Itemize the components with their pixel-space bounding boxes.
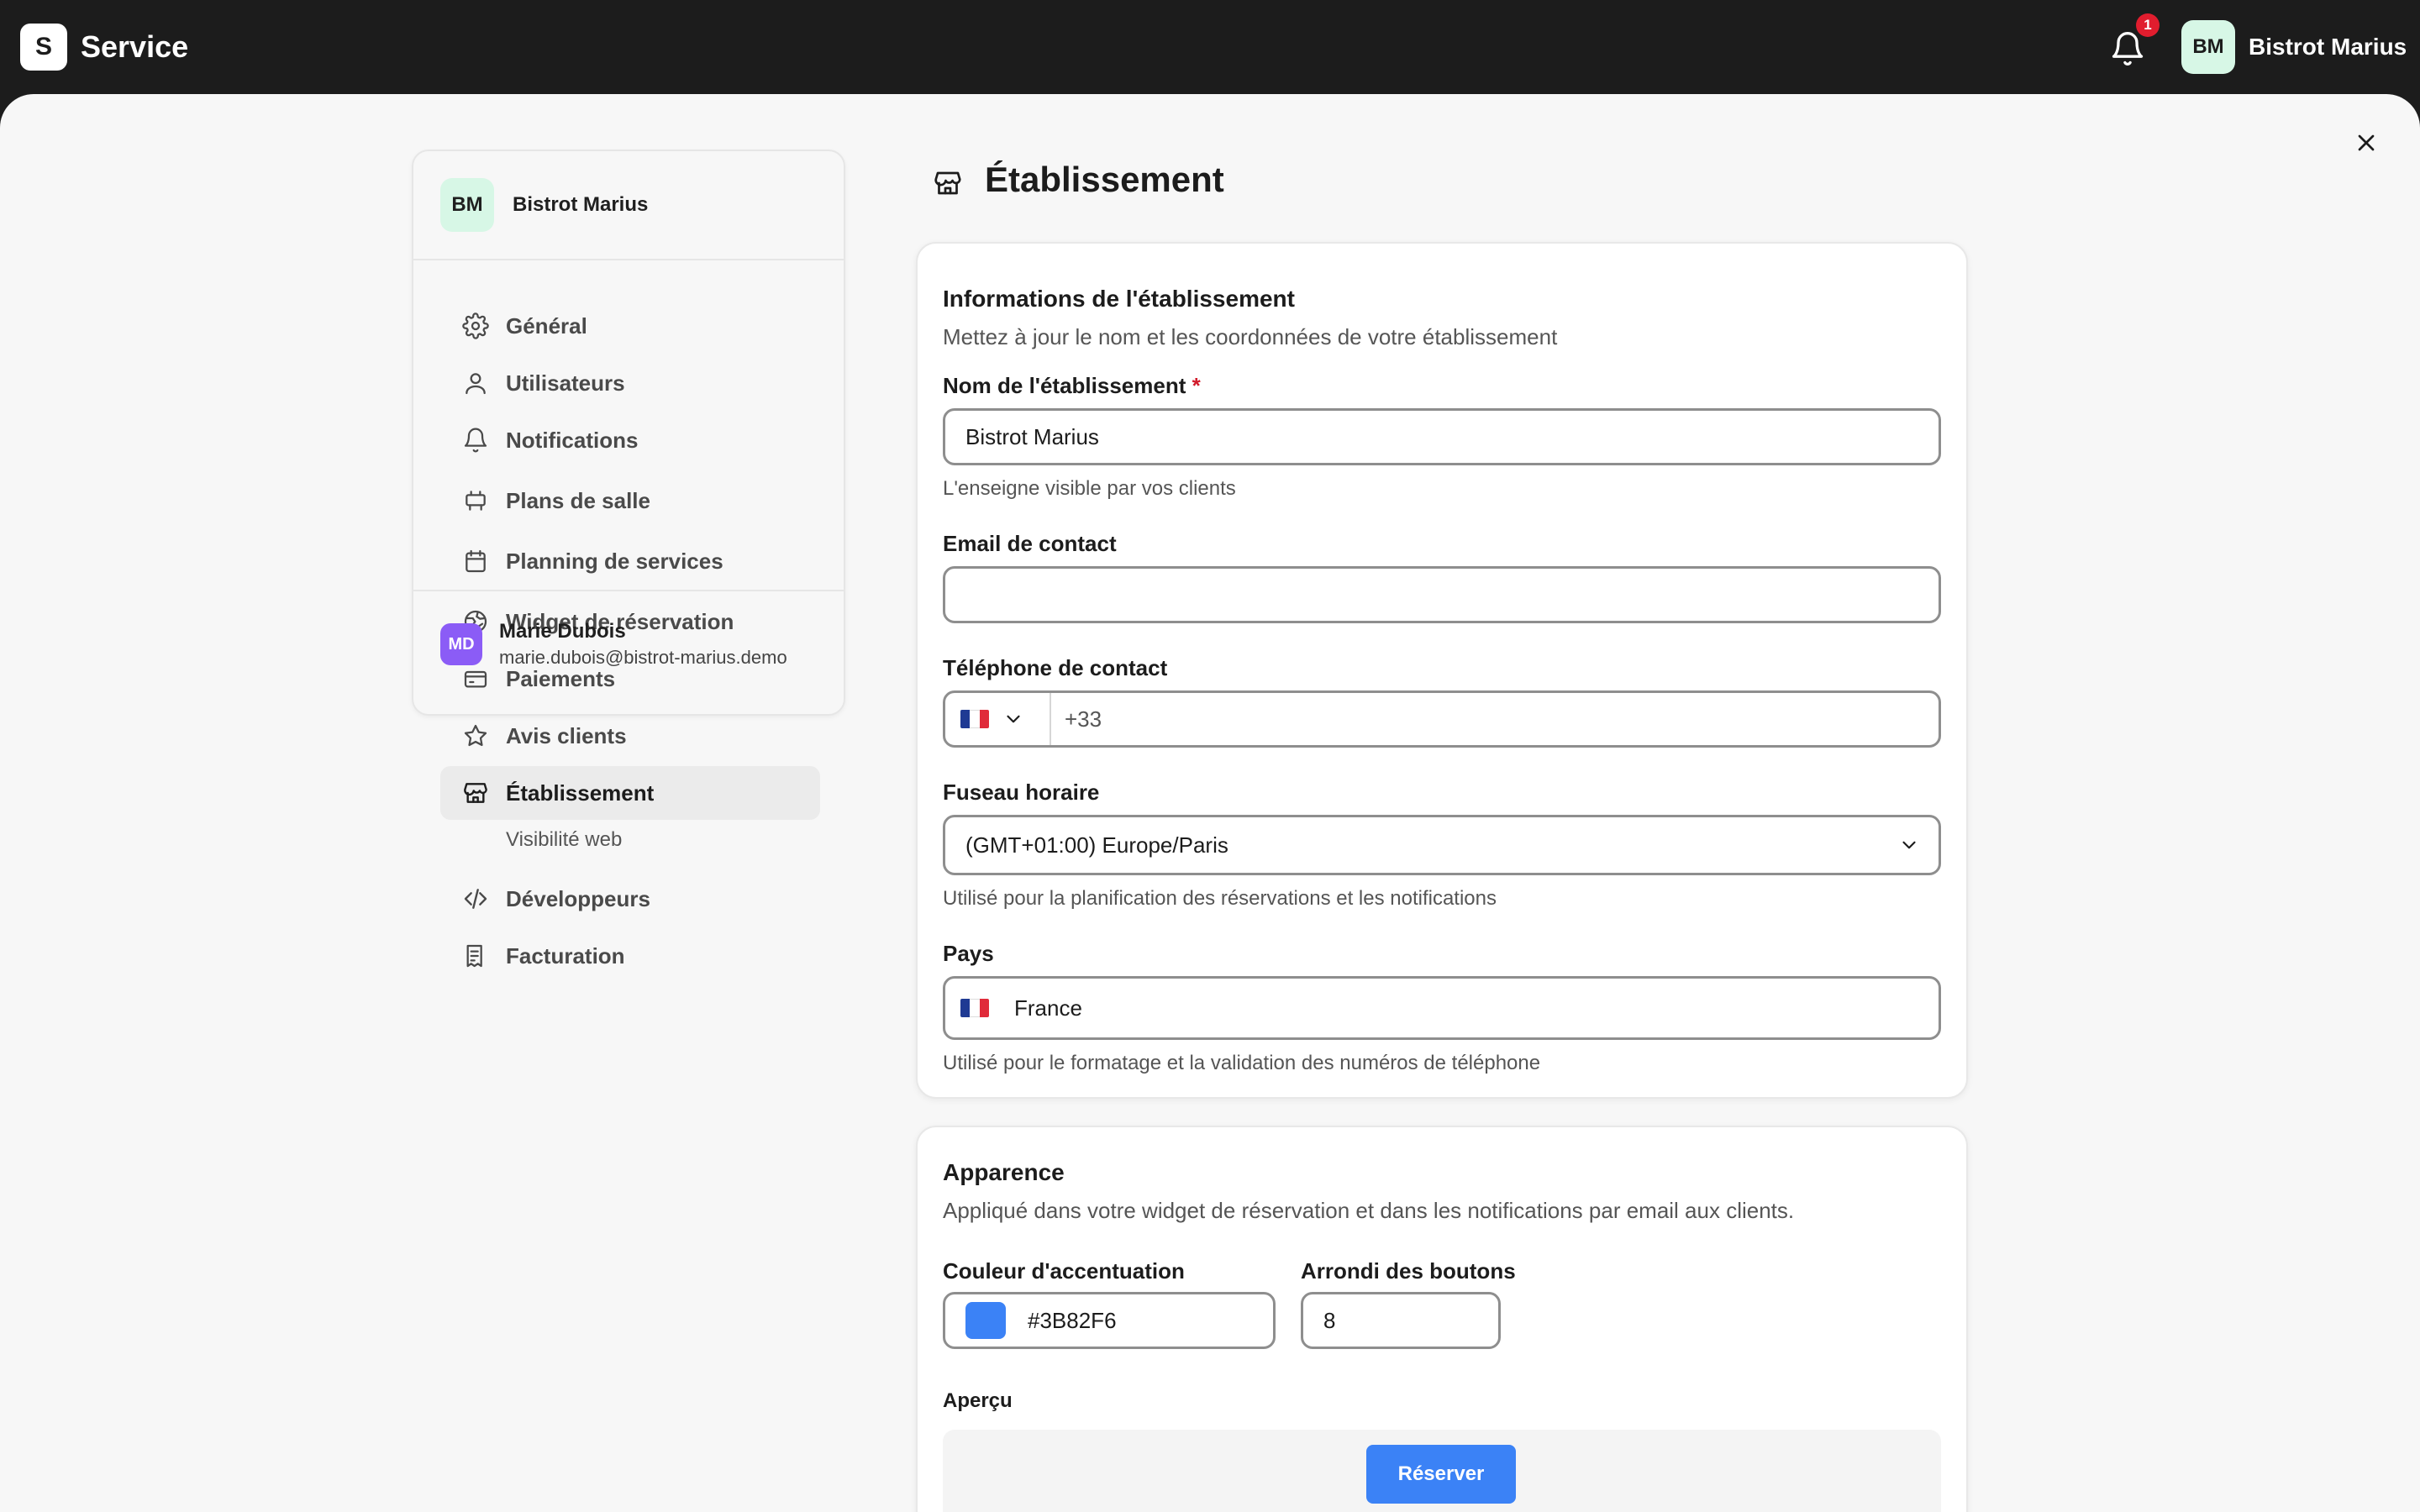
sidebar-item-facturation[interactable]: Facturation	[440, 929, 820, 983]
button-radius-input[interactable]: 8	[1301, 1292, 1501, 1349]
account-name: Marie Dubois	[499, 620, 626, 643]
sidebar-item-label: Utilisateurs	[506, 370, 625, 396]
user-name[interactable]: Bistrot Marius	[2249, 32, 2407, 62]
country-code-select[interactable]	[945, 693, 1051, 745]
store-icon	[462, 780, 489, 806]
card-subtitle: Mettez à jour le nom et les coordonnées …	[943, 324, 1558, 349]
bell-icon	[462, 427, 489, 454]
name-label: Nom de l'établissement *	[943, 373, 1201, 399]
code-icon	[462, 885, 489, 912]
notifications-bell-icon[interactable]	[2109, 30, 2146, 67]
accent-color-input[interactable]: #3B82F6	[943, 1292, 1276, 1349]
sidebar-item-label: Plans de salle	[506, 487, 650, 513]
receipt-icon	[462, 942, 489, 969]
timezone-select[interactable]: (GMT+01:00) Europe/Paris	[943, 815, 1941, 875]
sidebar-item-label: Planning de services	[506, 548, 723, 574]
sidebar-item-label: Établissement	[506, 780, 655, 806]
phone-input[interactable]: +33	[1065, 706, 1102, 732]
top-bar: S Service 1 BM Bistrot Marius	[0, 0, 2420, 94]
button-radius-value: 8	[1323, 1307, 1336, 1333]
sidebar-item-label: Facturation	[506, 942, 625, 969]
button-radius-label: Arrondi des boutons	[1301, 1258, 1516, 1284]
accent-color-swatch[interactable]	[965, 1302, 1006, 1339]
establishment-name-input[interactable]: Bistrot Marius	[943, 408, 1941, 465]
accent-color-value: #3B82F6	[1028, 1307, 1117, 1333]
user-icon	[462, 370, 489, 396]
page-title: Établissement	[985, 160, 1224, 199]
sidebar-footer-user[interactable]: MD Marie Dubois marie.dubois@bistrot-mar…	[413, 590, 844, 714]
sidebar-item-label: Avis clients	[506, 722, 627, 748]
country-select[interactable]: France	[943, 976, 1941, 1040]
sidebar-item-planning[interactable]: Planning de services	[440, 534, 820, 588]
chevron-down-icon	[1898, 834, 1920, 856]
required-marker: *	[1192, 373, 1201, 398]
france-flag-icon	[960, 999, 989, 1017]
sidebar-item-utilisateurs[interactable]: Utilisateurs	[440, 356, 820, 410]
sidebar-item-avis-clients[interactable]: Avis clients	[440, 709, 820, 763]
sidebar-subitem-visibilite-web[interactable]: Visibilité web	[506, 828, 622, 852]
chevron-down-icon	[1002, 708, 1024, 730]
reserve-preview-button[interactable]: Réserver	[1366, 1445, 1516, 1504]
close-icon[interactable]	[2353, 129, 2380, 156]
gear-icon	[462, 312, 489, 339]
sidebar-item-developpeurs[interactable]: Développeurs	[440, 872, 820, 926]
account-email: marie.dubois@bistrot-marius.demo	[499, 647, 787, 668]
country-hint: Utilisé pour le formatage et la validati…	[943, 1052, 1541, 1074]
sidebar-item-etablissement[interactable]: Établissement	[440, 766, 820, 820]
account-avatar: MD	[440, 623, 482, 665]
star-icon	[462, 722, 489, 749]
card-subtitle: Appliqué dans votre widget de réservatio…	[943, 1198, 1795, 1223]
notification-count-badge: 1	[2136, 13, 2160, 37]
sidebar-item-label: Général	[506, 312, 587, 339]
settings-sidebar: BM Bistrot Marius Général Utilisateurs N…	[412, 150, 845, 969]
country-label: Pays	[943, 941, 994, 966]
sidebar-item-plans-de-salle[interactable]: Plans de salle	[440, 474, 820, 528]
sidebar-header: BM Bistrot Marius	[413, 151, 844, 260]
sidebar-item-notifications[interactable]: Notifications	[440, 413, 820, 467]
restaurant-name: Bistrot Marius	[513, 193, 649, 216]
sidebar-item-general[interactable]: Général	[440, 299, 820, 353]
email-label: Email de contact	[943, 531, 1117, 556]
app-title: Service	[81, 29, 189, 64]
france-flag-icon	[960, 710, 989, 728]
establishment-info-card: Informations de l'établissement Mettez à…	[916, 242, 1968, 1099]
phone-field[interactable]: +33	[943, 690, 1941, 748]
email-field[interactable]	[943, 566, 1941, 623]
preview-label: Aperçu	[943, 1389, 1013, 1412]
timezone-value: (GMT+01:00) Europe/Paris	[965, 832, 1228, 858]
country-value: France	[1014, 995, 1082, 1021]
sidebar-item-label: Notifications	[506, 427, 639, 453]
app-logo[interactable]: S	[20, 24, 67, 71]
calendar-icon	[462, 548, 489, 575]
card-title: Informations de l'établissement	[943, 286, 1295, 312]
main-panel: BM Bistrot Marius Général Utilisateurs N…	[0, 94, 2420, 1512]
card-title: Apparence	[943, 1159, 1065, 1185]
timezone-label: Fuseau horaire	[943, 780, 1100, 805]
name-hint: L'enseigne visible par vos clients	[943, 477, 1236, 500]
accent-color-label: Couleur d'accentuation	[943, 1258, 1185, 1284]
name-label-text: Nom de l'établissement	[943, 373, 1186, 398]
timezone-hint: Utilisé pour la planification des réserv…	[943, 887, 1497, 910]
restaurant-avatar: BM	[440, 178, 494, 232]
table-icon	[462, 487, 489, 514]
establishment-name-value: Bistrot Marius	[965, 423, 1099, 449]
store-icon	[933, 168, 963, 198]
sidebar-item-label: Développeurs	[506, 885, 650, 911]
user-avatar[interactable]: BM	[2181, 20, 2235, 74]
phone-label: Téléphone de contact	[943, 655, 1168, 680]
